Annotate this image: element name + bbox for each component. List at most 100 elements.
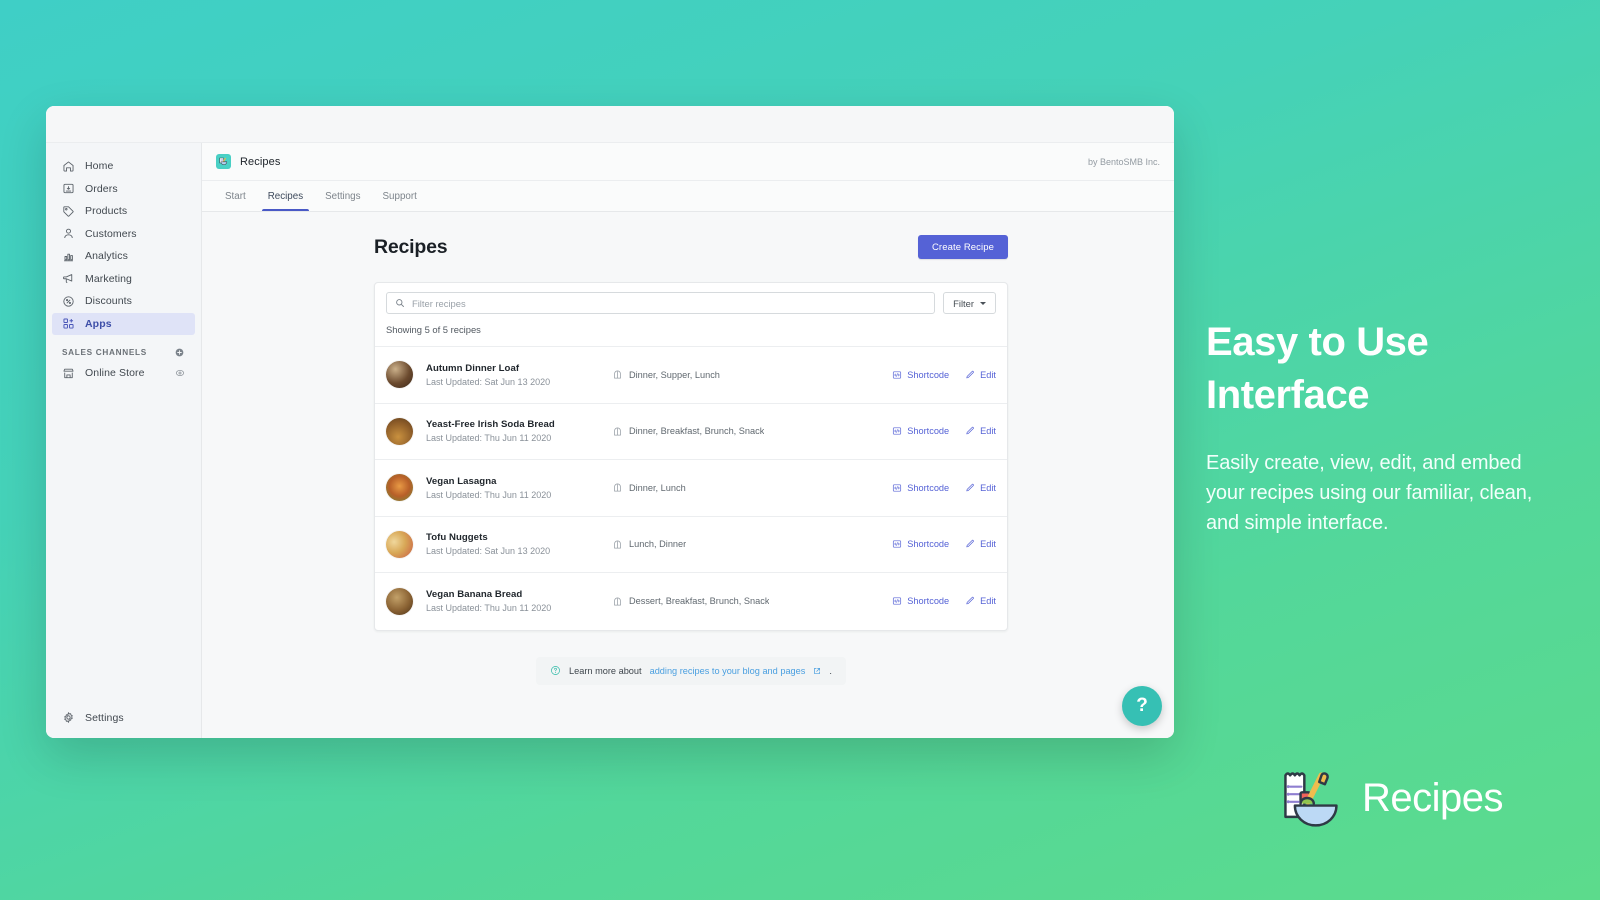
help-fab-button[interactable]: ? xyxy=(1122,686,1162,726)
recipe-actions: Shortcode Edit xyxy=(892,596,996,606)
sidebar-item-online-store[interactable]: Online Store xyxy=(52,362,195,385)
search-box[interactable] xyxy=(386,292,936,314)
sidebar-item-settings[interactable]: Settings xyxy=(52,707,195,730)
sidebar-item-apps[interactable]: Apps xyxy=(52,312,195,335)
shortcode-button[interactable]: Shortcode xyxy=(892,539,949,549)
promo-heading: Easy to Use Interface xyxy=(1206,320,1429,417)
tab-recipes[interactable]: Recipes xyxy=(259,181,312,211)
app-title: Recipes xyxy=(240,155,281,168)
meal-tag-icon xyxy=(612,482,623,493)
table-row[interactable]: Vegan Banana Bread Last Updated: Thu Jun… xyxy=(375,573,1007,630)
sidebar-item-home[interactable]: Home xyxy=(52,155,195,178)
shortcode-label: Shortcode xyxy=(907,426,950,437)
table-row[interactable]: Autumn Dinner Loaf Last Updated: Sat Jun… xyxy=(375,347,1007,404)
table-row[interactable]: Yeast-Free Irish Soda Bread Last Updated… xyxy=(375,404,1007,460)
sidebar-item-orders[interactable]: Orders xyxy=(52,178,195,201)
sidebar-item-label: Discounts xyxy=(85,295,133,308)
promo-panel: Easy to Use Interface Easily create, vie… xyxy=(1206,316,1536,538)
edit-label: Edit xyxy=(980,596,996,607)
code-icon xyxy=(892,370,902,380)
recipes-logo-icon xyxy=(1272,764,1348,832)
recipe-tags: Dessert, Breakfast, Brunch, Snack xyxy=(612,596,892,607)
search-input[interactable] xyxy=(412,297,927,309)
recipe-updated: Last Updated: Sat Jun 13 2020 xyxy=(426,546,551,557)
recipe-tags-text: Dinner, Breakfast, Brunch, Snack xyxy=(629,426,765,437)
plus-circle-icon[interactable] xyxy=(174,347,185,358)
search-icon xyxy=(395,298,405,308)
storefront-icon xyxy=(62,367,75,380)
tab-settings[interactable]: Settings xyxy=(316,181,369,211)
recipe-title: Tofu Nuggets xyxy=(426,532,488,544)
window-body: Home Orders Products Customers Analytics xyxy=(46,143,1174,738)
sidebar-item-label: Home xyxy=(85,160,114,173)
recipe-thumbnail xyxy=(386,587,413,615)
shortcode-button[interactable]: Shortcode xyxy=(892,370,949,380)
eye-icon[interactable] xyxy=(175,368,185,378)
table-row[interactable]: Tofu Nuggets Last Updated: Sat Jun 13 20… xyxy=(375,517,1007,573)
edit-button[interactable]: Edit xyxy=(965,483,996,493)
app-frame: Recipes by BentoSMB Inc. Start Recipes S… xyxy=(202,143,1174,738)
home-icon xyxy=(62,160,75,173)
bar-chart-icon xyxy=(62,250,75,263)
recipe-name-group: Tofu Nuggets Last Updated: Sat Jun 13 20… xyxy=(426,532,612,556)
table-row[interactable]: Vegan Lasagna Last Updated: Thu Jun 11 2… xyxy=(375,460,1007,517)
person-icon xyxy=(62,227,75,240)
recipe-tags: Dinner, Lunch xyxy=(612,482,892,493)
sidebar-item-marketing[interactable]: Marketing xyxy=(52,268,195,291)
meal-tag-icon xyxy=(612,426,623,437)
sidebar-item-analytics[interactable]: Analytics xyxy=(52,245,195,268)
tag-icon xyxy=(62,205,75,218)
tab-start[interactable]: Start xyxy=(216,181,255,211)
pencil-icon xyxy=(965,483,975,493)
recipe-tags-text: Lunch, Dinner xyxy=(629,539,687,550)
learn-more-note: Learn more about adding recipes to your … xyxy=(536,656,846,685)
sidebar-item-products[interactable]: Products xyxy=(52,200,195,223)
edit-label: Edit xyxy=(980,369,996,380)
sidebar: Home Orders Products Customers Analytics xyxy=(46,143,202,738)
recipe-actions: Shortcode Edit xyxy=(892,370,996,380)
megaphone-icon xyxy=(62,272,75,285)
app-window: Home Orders Products Customers Analytics xyxy=(46,106,1174,738)
learn-more-suffix: . xyxy=(829,665,832,676)
tab-support[interactable]: Support xyxy=(374,181,426,211)
recipe-title: Autumn Dinner Loaf xyxy=(426,362,520,374)
filter-dropdown-button[interactable]: Filter xyxy=(943,292,996,314)
shortcode-button[interactable]: Shortcode xyxy=(892,483,949,493)
code-icon xyxy=(892,426,902,436)
edit-button[interactable]: Edit xyxy=(965,539,996,549)
shortcode-button[interactable]: Shortcode xyxy=(892,596,949,606)
external-link-icon[interactable] xyxy=(813,667,821,675)
shortcode-label: Shortcode xyxy=(907,596,950,607)
sidebar-item-label: Online Store xyxy=(85,367,145,380)
code-icon xyxy=(892,596,902,606)
recipe-tags: Dinner, Breakfast, Brunch, Snack xyxy=(612,426,892,437)
recipe-actions: Shortcode Edit xyxy=(892,426,996,436)
recipe-updated: Last Updated: Thu Jun 11 2020 xyxy=(426,489,552,500)
edit-label: Edit xyxy=(980,482,996,493)
pencil-icon xyxy=(965,426,975,436)
recipe-updated: Last Updated: Sat Jun 13 2020 xyxy=(426,376,551,387)
learn-more-link[interactable]: adding recipes to your blog and pages xyxy=(650,666,806,676)
recipe-tags: Dinner, Supper, Lunch xyxy=(612,369,892,380)
create-recipe-button[interactable]: Create Recipe xyxy=(917,235,1008,259)
sidebar-item-label: Products xyxy=(85,205,128,218)
shortcode-button[interactable]: Shortcode xyxy=(892,426,949,436)
recipe-name-group: Autumn Dinner Loaf Last Updated: Sat Jun… xyxy=(426,363,612,387)
edit-button[interactable]: Edit xyxy=(965,596,996,606)
brand-name: Recipes xyxy=(1362,775,1504,820)
code-icon xyxy=(892,539,902,549)
shortcode-label: Shortcode xyxy=(907,369,950,380)
recipe-title: Vegan Banana Bread xyxy=(426,589,523,601)
sidebar-item-discounts[interactable]: Discounts xyxy=(52,290,195,313)
edit-button[interactable]: Edit xyxy=(965,370,996,380)
recipe-name-group: Vegan Banana Bread Last Updated: Thu Jun… xyxy=(426,589,612,613)
content-column: Recipes Create Recipe Filter recipes Fil… xyxy=(374,234,1008,631)
app-header: Recipes by BentoSMB Inc. xyxy=(202,143,1174,181)
brand-lockup: Recipes xyxy=(1272,764,1504,832)
edit-button[interactable]: Edit xyxy=(965,426,996,436)
recipe-name-group: Vegan Lasagna Last Updated: Thu Jun 11 2… xyxy=(426,476,612,500)
sidebar-item-customers[interactable]: Customers xyxy=(52,223,195,246)
shortcode-label: Shortcode xyxy=(907,482,950,493)
recipe-name-group: Yeast-Free Irish Soda Bread Last Updated… xyxy=(426,419,612,443)
sidebar-item-label: Customers xyxy=(85,227,137,240)
